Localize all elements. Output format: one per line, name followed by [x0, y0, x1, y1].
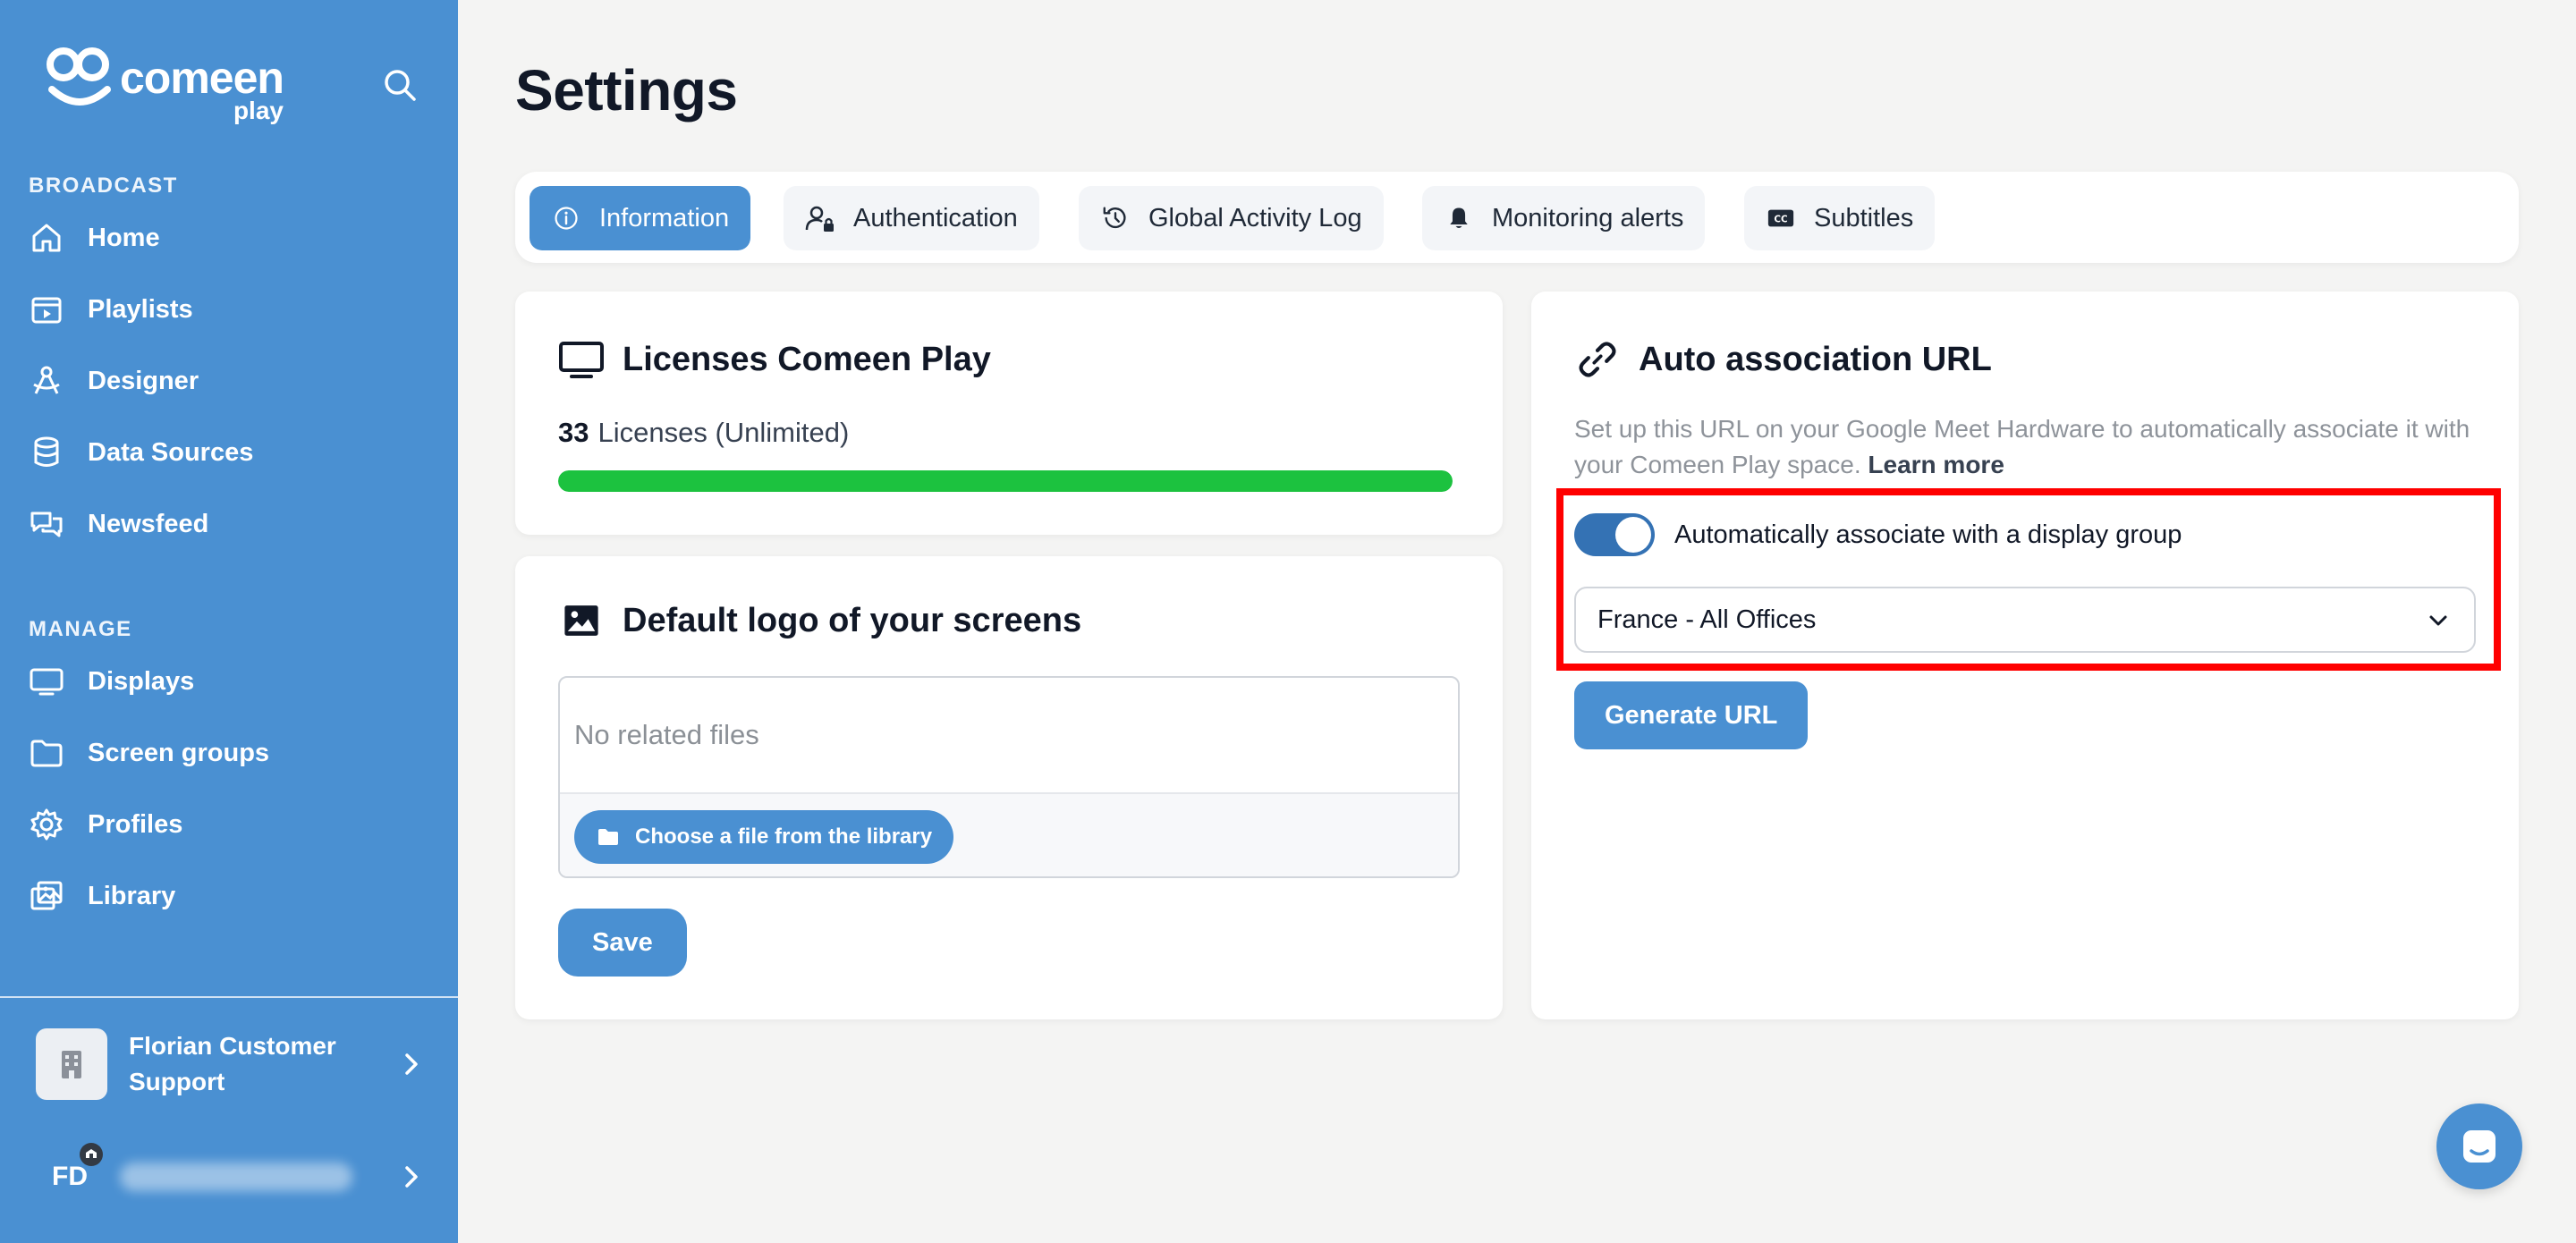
svg-text:CC: CC — [1774, 215, 1787, 225]
closed-captions-icon: CC — [1766, 203, 1796, 233]
sidebar-item-label: Newsfeed — [88, 509, 209, 538]
admin-badge-icon — [80, 1143, 103, 1166]
sidebar-item-designer[interactable]: Designer — [27, 354, 199, 408]
images-icon — [27, 876, 66, 916]
file-dropzone: No related files Choose a file from the … — [558, 676, 1460, 878]
user-avatar: FD — [36, 1143, 103, 1192]
auto-association-description: Set up this URL on your Google Meet Hard… — [1574, 411, 2496, 483]
sidebar-item-label: Playlists — [88, 294, 193, 324]
sidebar-item-profiles[interactable]: Profiles — [27, 798, 182, 851]
no-files-text: No related files — [560, 678, 1458, 794]
database-icon — [27, 433, 66, 472]
display-group-select[interactable]: France - All Offices — [1574, 587, 2476, 653]
auto-associate-toggle[interactable] — [1574, 513, 1655, 556]
sidebar-item-label: Displays — [88, 666, 195, 696]
save-button[interactable]: Save — [558, 909, 687, 977]
tab-label: Information — [599, 203, 730, 233]
tab-global-activity-log[interactable]: Global Activity Log — [1079, 186, 1384, 250]
description-text: Set up this URL on your Google Meet Hard… — [1574, 415, 2470, 478]
chevron-right-icon — [405, 1166, 418, 1188]
license-usage-fill — [558, 470, 1453, 492]
sidebar-item-label: Library — [88, 881, 176, 910]
tab-label: Subtitles — [1814, 203, 1914, 233]
tab-subtitles[interactable]: CC Subtitles — [1744, 186, 1936, 250]
gear-icon — [27, 805, 66, 844]
sidebar-item-home[interactable]: Home — [27, 211, 160, 265]
sidebar-item-data-sources[interactable]: Data Sources — [27, 426, 253, 479]
tab-monitoring-alerts[interactable]: Monitoring alerts — [1422, 186, 1706, 250]
sidebar-item-newsfeed[interactable]: Newsfeed — [27, 497, 208, 551]
sidebar-divider — [0, 996, 458, 998]
image-icon — [558, 597, 605, 644]
account-switcher[interactable]: Florian Customer Support — [36, 1027, 429, 1102]
user-name-redacted — [120, 1163, 352, 1191]
sidebar-item-playlists[interactable]: Playlists — [27, 283, 193, 336]
auto-association-card: Auto association URL Set up this URL on … — [1531, 292, 2519, 1019]
default-logo-card: Default logo of your screens No related … — [515, 556, 1503, 1019]
tab-label: Monitoring alerts — [1492, 203, 1684, 233]
chat-icon — [2463, 1130, 2496, 1163]
user-menu[interactable]: FD — [36, 1143, 429, 1202]
toggle-knob — [1615, 517, 1651, 553]
designer-icon — [27, 361, 66, 401]
licenses-title: Licenses Comeen Play — [558, 336, 991, 383]
monitor-icon — [558, 336, 605, 383]
default-logo-title-text: Default logo of your screens — [623, 601, 1082, 639]
user-lock-icon — [805, 203, 835, 233]
auto-association-title-text: Auto association URL — [1639, 340, 1992, 378]
logo-wordmark: comeen — [120, 53, 284, 103]
comeen-play-logo[interactable]: comeen play — [45, 45, 284, 123]
chevron-down-icon — [2429, 615, 2447, 626]
default-logo-title: Default logo of your screens — [558, 597, 1081, 644]
license-count-number: 33 — [558, 417, 589, 448]
settings-tabs: Information Authentication Global Activi… — [515, 172, 2519, 263]
license-count: 33 Licenses (Unlimited) — [558, 417, 849, 449]
info-icon — [551, 203, 581, 233]
comeen-logo-icon — [47, 47, 111, 106]
home-icon — [27, 218, 66, 258]
selected-display-group: France - All Offices — [1597, 605, 1817, 634]
folder-icon — [598, 829, 618, 845]
sidebar-item-label: Screen groups — [88, 738, 270, 767]
sidebar-item-label: Home — [88, 223, 160, 252]
license-count-label: Licenses (Unlimited) — [597, 417, 850, 448]
building-icon — [36, 1028, 107, 1100]
account-name: Florian Customer Support — [129, 1032, 336, 1095]
license-usage-bar — [558, 470, 1453, 492]
tab-label: Authentication — [853, 203, 1018, 233]
link-icon — [1574, 336, 1621, 383]
sidebar-item-displays[interactable]: Displays — [27, 655, 194, 708]
auto-associate-toggle-row[interactable]: Automatically associate with a display g… — [1574, 513, 2182, 556]
search-icon — [385, 70, 416, 101]
bell-icon — [1444, 203, 1474, 233]
section-label-broadcast: BROADCAST — [29, 173, 178, 198]
generate-url-button[interactable]: Generate URL — [1574, 681, 1809, 749]
choose-file-button[interactable]: Choose a file from the library — [574, 810, 954, 864]
sidebar-item-screen-groups[interactable]: Screen groups — [27, 726, 269, 780]
licenses-title-text: Licenses Comeen Play — [623, 340, 991, 378]
learn-more-link[interactable]: Learn more — [1868, 451, 2004, 478]
tab-authentication[interactable]: Authentication — [784, 186, 1039, 250]
chevron-right-icon — [405, 1053, 418, 1075]
sidebar-item-label: Profiles — [88, 809, 183, 839]
sidebar-item-label: Data Sources — [88, 437, 254, 467]
sidebar-item-library[interactable]: Library — [27, 869, 175, 923]
chat-bubbles-icon — [27, 504, 66, 544]
search-button[interactable] — [381, 66, 419, 104]
choose-file-label: Choose a file from the library — [635, 824, 933, 849]
tab-information[interactable]: Information — [530, 186, 751, 250]
auto-association-title: Auto association URL — [1574, 336, 1992, 383]
folder-icon — [27, 733, 66, 773]
section-label-manage: MANAGE — [29, 617, 132, 641]
page-title: Settings — [515, 58, 738, 123]
playlist-icon — [27, 290, 66, 329]
tab-label: Global Activity Log — [1148, 203, 1362, 233]
toggle-label: Automatically associate with a display g… — [1674, 520, 2182, 549]
sidebar: comeen play BROADCAST Home Playlists Des… — [0, 0, 458, 1243]
history-icon — [1100, 203, 1131, 233]
licenses-card: Licenses Comeen Play 33 Licenses (Unlimit… — [515, 292, 1503, 535]
sidebar-item-label: Designer — [88, 366, 199, 395]
chat-launcher-button[interactable] — [2436, 1103, 2522, 1189]
monitor-icon — [27, 662, 66, 701]
